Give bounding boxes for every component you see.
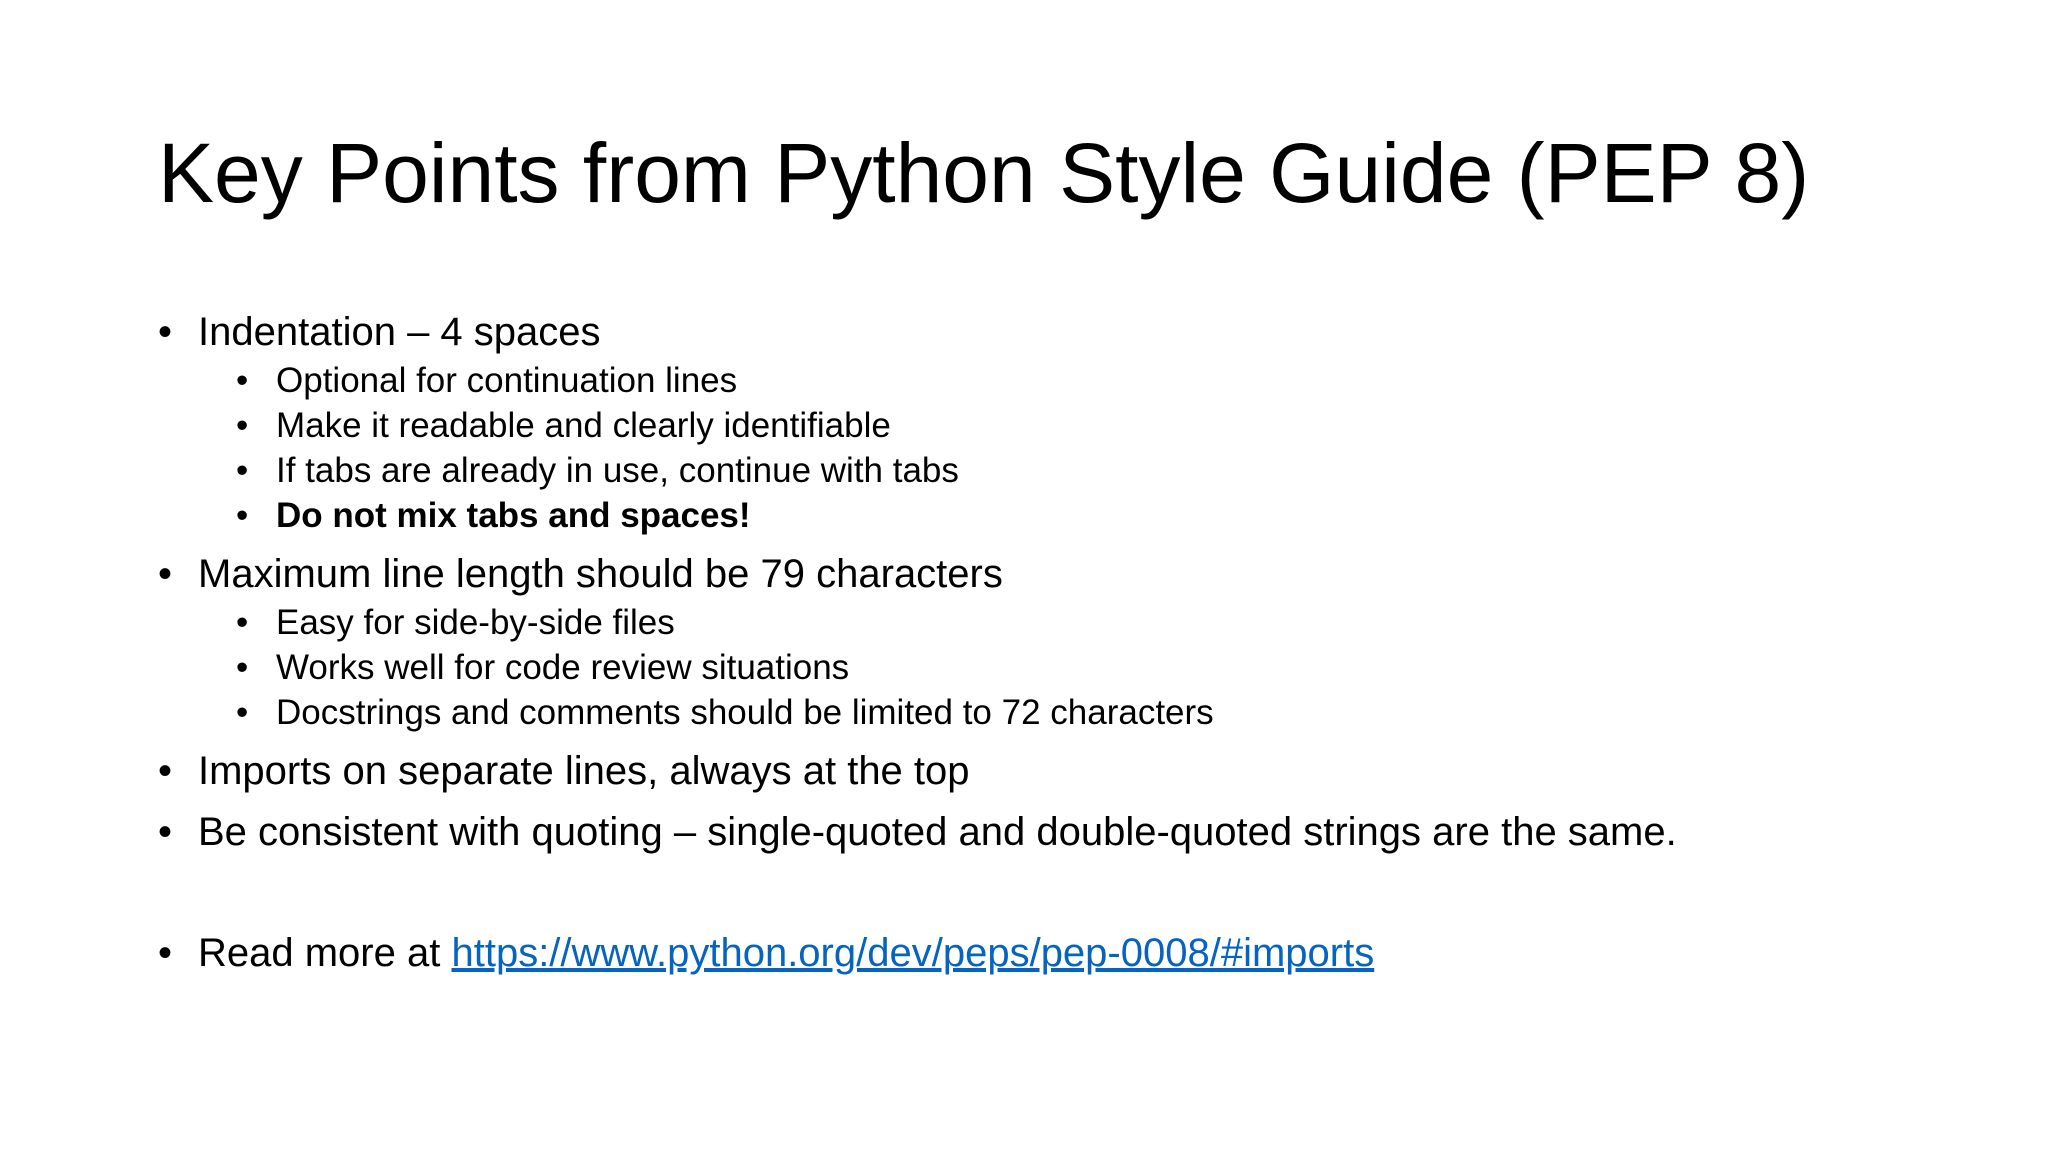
bullet-text: Docstrings and comments should be limite… — [276, 693, 1214, 732]
bullet-text: Read more at https://www.python.org/dev/… — [198, 931, 1374, 975]
bullet-text: Maximum line length should be 79 charact… — [198, 552, 1003, 596]
bullet-icon: • — [236, 603, 249, 642]
bullet-text: Be consistent with quoting – single-quot… — [198, 810, 1677, 854]
bullet-icon: • — [158, 310, 173, 354]
bullet-read-more: • Read more at https://www.python.org/de… — [158, 928, 1374, 978]
sub-bullet-continuation-lines: • Optional for continuation lines — [236, 359, 737, 403]
bullet-icon: • — [236, 451, 249, 490]
bullet-text: Do not mix tabs and spaces! — [276, 496, 751, 535]
read-more-label: Read more at — [198, 931, 452, 975]
bullet-icon: • — [236, 406, 249, 445]
sub-bullet-side-by-side: • Easy for side-by-side files — [236, 601, 675, 645]
bullet-icon: • — [236, 361, 249, 400]
bullet-icon: • — [158, 931, 173, 975]
sub-bullet-do-not-mix: • Do not mix tabs and spaces! — [236, 494, 751, 538]
sub-bullet-tabs-in-use: • If tabs are already in use, continue w… — [236, 449, 959, 493]
bullet-text: Easy for side-by-side files — [276, 603, 675, 642]
sub-bullet-code-review: • Works well for code review situations — [236, 646, 849, 690]
bullet-text: Imports on separate lines, always at the… — [198, 749, 970, 793]
bullet-icon: • — [158, 810, 173, 854]
bullet-text: Make it readable and clearly identifiabl… — [276, 406, 891, 445]
bullet-icon: • — [158, 749, 173, 793]
pep8-link[interactable]: https://www.python.org/dev/peps/pep-0008… — [451, 931, 1374, 975]
bullet-text: Works well for code review situations — [276, 648, 850, 687]
sub-bullet-readable: • Make it readable and clearly identifia… — [236, 404, 891, 448]
bullet-max-line-length: • Maximum line length should be 79 chara… — [158, 549, 1003, 599]
bullet-imports: • Imports on separate lines, always at t… — [158, 746, 970, 796]
slide-title: Key Points from Python Style Guide (PEP … — [158, 126, 1810, 220]
bullet-icon: • — [236, 496, 249, 535]
bullet-text: Optional for continuation lines — [276, 361, 738, 400]
bullet-text: Indentation – 4 spaces — [198, 310, 601, 354]
bullet-icon: • — [158, 552, 173, 596]
slide: Key Points from Python Style Guide (PEP … — [0, 0, 2048, 1152]
bullet-indentation: • Indentation – 4 spaces — [158, 307, 601, 357]
bullet-quoting: • Be consistent with quoting – single-qu… — [158, 807, 1677, 857]
sub-bullet-docstrings: • Docstrings and comments should be limi… — [236, 691, 1214, 735]
bullet-icon: • — [236, 648, 249, 687]
bullet-icon: • — [236, 693, 249, 732]
bullet-text: If tabs are already in use, continue wit… — [276, 451, 959, 490]
